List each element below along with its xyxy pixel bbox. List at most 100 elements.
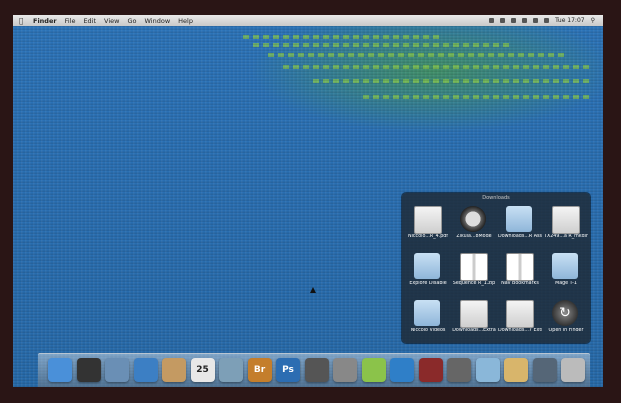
spotlight-icon[interactable]: ⚲ [591, 17, 595, 24]
stack-item[interactable]: TX249...a R_mkdir [544, 201, 588, 245]
trash-icon[interactable] [561, 358, 585, 382]
stack-item[interactable]: Mage T-1 [544, 248, 588, 292]
dock-item-glyph [390, 358, 414, 382]
finder-icon: ↻ [552, 300, 578, 326]
downloads-stack-popup: Downloads Niccolo...R_4.pdf Zikula...8Mod… [402, 193, 590, 343]
doc-icon [414, 206, 442, 234]
desktop-screen:  Finder File Edit View Go Window Help T… [13, 15, 603, 387]
stack-item[interactable]: Sequence R_1.zip [452, 248, 496, 292]
wallpaper-wave [268, 53, 568, 57]
stack-item[interactable]: ↻ Open in Finder [544, 295, 588, 339]
utility-icon[interactable] [304, 358, 329, 382]
safari-icon[interactable] [133, 358, 158, 382]
photo-booth-icon[interactable] [418, 358, 443, 382]
dock-item-glyph [476, 358, 500, 382]
dock-item-glyph [219, 358, 243, 382]
dock-item-glyph [533, 358, 557, 382]
bluetooth-icon[interactable] [500, 18, 506, 23]
doc-icon [460, 300, 488, 328]
address-book-icon[interactable] [162, 358, 186, 382]
stack-item[interactable]: Niccolo...R_4.pdf [406, 201, 450, 245]
folder-icon [414, 300, 440, 326]
dock-item-glyph: 25 [196, 365, 209, 375]
menu-help[interactable]: Help [178, 17, 193, 25]
spotify-icon[interactable] [361, 358, 386, 382]
stack-item[interactable]: Downloads...7 Extras [498, 295, 542, 339]
dock-item-glyph: Ps [282, 365, 294, 375]
dock-item-glyph: Br [253, 365, 266, 375]
folder-icon [414, 253, 440, 279]
dock-item-glyph [105, 358, 129, 382]
menu-app[interactable]: Finder [33, 17, 57, 25]
stack-item-label: Downloads...Extra [452, 328, 496, 333]
bridge-icon[interactable]: Br [247, 358, 272, 382]
wifi-icon[interactable] [522, 18, 528, 23]
stack-item-label: Zikula...8Mode [456, 234, 492, 239]
stack-item-label: Niccolo...R_4.pdf [408, 234, 448, 239]
mouse-cursor-icon [310, 287, 316, 293]
dock-item-glyph [305, 358, 329, 382]
app-2-icon[interactable] [447, 358, 471, 382]
documents-folder-icon[interactable] [504, 358, 528, 382]
folder-icon [506, 206, 532, 232]
volume-icon[interactable] [533, 18, 539, 23]
stack-item[interactable]: Nav Bookmarks [498, 248, 542, 292]
dock-item-glyph [48, 358, 72, 382]
wallpaper-wave [243, 35, 443, 39]
menu-window[interactable]: Window [145, 17, 171, 25]
status-area: Tue 17:07 ⚲ [489, 17, 595, 24]
stack-item-label: Open in Finder [548, 328, 584, 333]
wallpaper-wave [363, 95, 593, 99]
menu-bar:  Finder File Edit View Go Window Help T… [13, 15, 603, 26]
dock-item-glyph [362, 358, 386, 382]
zip-icon [506, 253, 534, 281]
stack-item[interactable]: Zikula...8Mode [452, 201, 496, 245]
doc-icon [506, 300, 534, 328]
wallpaper-wave [253, 43, 513, 47]
dock-item-glyph [419, 358, 443, 382]
dock-item-glyph [504, 358, 528, 382]
stack-item-label: Downloads...R Assets [498, 234, 542, 239]
stack-item-label: Downloads...7 Extras [498, 328, 542, 333]
menu-edit[interactable]: Edit [83, 17, 96, 25]
ical-icon[interactable]: 25 [190, 358, 215, 382]
stack-item-label: Explore Disable [409, 281, 447, 286]
dock-item-glyph [134, 358, 158, 382]
doc-icon [552, 206, 580, 234]
preview-icon[interactable] [105, 358, 129, 382]
stack-item[interactable]: Niccolo Videos [406, 295, 450, 339]
downloads-folder-icon[interactable] [475, 358, 500, 382]
photos-icon[interactable] [219, 358, 243, 382]
finder-icon[interactable] [48, 358, 72, 382]
stack-icon[interactable] [532, 358, 557, 382]
dock-item-glyph [162, 358, 186, 382]
dock-item-glyph [447, 358, 471, 382]
menu-clock[interactable]: Tue 17:07 [555, 17, 584, 24]
folder-icon [552, 253, 578, 279]
stack-item-label: Nav Bookmarks [501, 281, 539, 286]
stack-item[interactable]: Downloads...Extra [452, 295, 496, 339]
dock-item-glyph [561, 358, 585, 382]
stack-item-label: TX249...a R_mkdir [544, 234, 588, 239]
photoshop-icon[interactable]: Ps [276, 358, 300, 382]
app-icon[interactable] [333, 358, 357, 382]
menu-view[interactable]: View [104, 17, 119, 25]
dock-item-glyph [333, 358, 357, 382]
stack-item-label: Niccolo Videos [410, 328, 446, 333]
battery-icon[interactable] [544, 18, 550, 23]
wallpaper-wave [313, 79, 593, 83]
wallpaper-wave [283, 65, 593, 69]
stack-item[interactable]: Downloads...R Assets [498, 201, 542, 245]
clock-icon [460, 206, 486, 232]
menu-go[interactable]: Go [127, 17, 136, 25]
menu-file[interactable]: File [65, 17, 76, 25]
dock-item-glyph [77, 358, 101, 382]
zip-icon [460, 253, 488, 281]
apple-icon[interactable]:  [19, 17, 27, 25]
dashboard-icon[interactable] [76, 358, 101, 382]
stack-item[interactable]: Explore Disable [406, 248, 450, 292]
stack-item-label: Mage T-1 [555, 281, 577, 286]
status-icon[interactable] [489, 18, 495, 23]
time-machine-icon[interactable] [511, 18, 517, 23]
itunes-icon[interactable] [390, 358, 414, 382]
